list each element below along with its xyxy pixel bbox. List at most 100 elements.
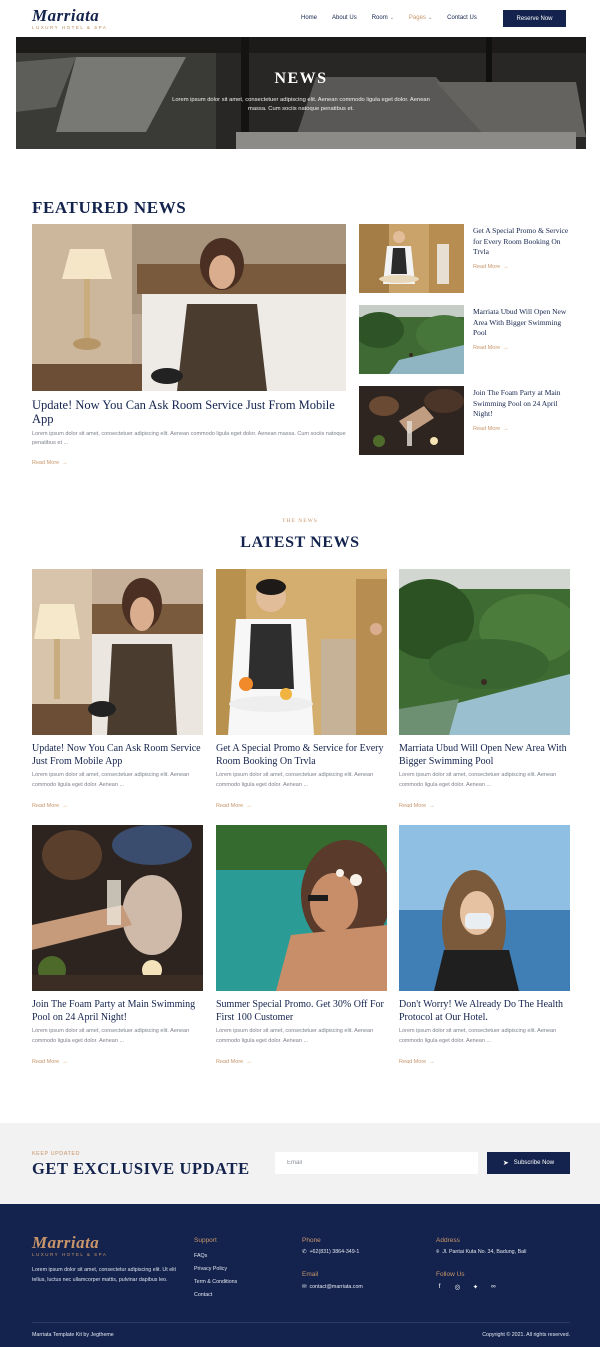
brand-logo[interactable]: Marriata LUXURY HOTEL & SPA [32, 7, 108, 30]
news-card-excerpt: Lorem ipsum dolor sit amet, consectetuer… [399, 1028, 557, 1044]
page-title: NEWS [274, 70, 328, 87]
news-card-excerpt: Lorem ipsum dolor sit amet, consectetuer… [399, 772, 557, 788]
featured-side-title[interactable]: Get A Special Promo & Service for Every … [473, 226, 573, 258]
read-more-link[interactable]: Read More → [473, 264, 509, 270]
address-text: ⌾ Jl. Pantai Kuta No. 34, Badung, Bali [436, 1249, 526, 1256]
nav-item-pages[interactable]: Pages ⌄ [409, 15, 432, 21]
arrow-right-icon: → [62, 803, 68, 809]
phone-contact[interactable]: ✆ +62(831) 3864-349-1 [302, 1249, 359, 1255]
news-card-image[interactable] [32, 569, 203, 735]
footer-link-contact[interactable]: Contact [194, 1292, 212, 1298]
footer-link-faqs[interactable]: FAQs [194, 1253, 207, 1259]
news-card-title[interactable]: Marriata Ubud Will Open New Area With Bi… [399, 742, 571, 768]
news-card-title[interactable]: Get A Special Promo & Service for Every … [216, 742, 388, 768]
footer-divider [32, 1322, 570, 1323]
read-more-label: Read More [473, 426, 501, 432]
nav-item-room[interactable]: Room ⌄ [372, 15, 394, 21]
phone-number: +62(831) 3864-349-1 [309, 1249, 360, 1255]
page-hero: NEWS Lorem ipsum dolor sit amet, consect… [16, 37, 586, 149]
email-address: contact@marriata.com [309, 1284, 363, 1290]
featured-side-image[interactable] [359, 386, 464, 455]
news-card-excerpt: Lorem ipsum dolor sit amet, consectetuer… [32, 772, 190, 788]
read-more-label: Read More [473, 264, 501, 270]
newsletter-eyebrow: KEEP UPDATED [32, 1151, 80, 1157]
send-icon: ➤ [502, 1160, 509, 1167]
read-more-link[interactable]: Read More → [399, 1059, 435, 1065]
reserve-now-button[interactable]: Reserve Now [503, 10, 566, 27]
instagram-icon[interactable]: ◎ [454, 1283, 461, 1291]
nav-item-contact[interactable]: Contact Us [447, 15, 477, 21]
subscribe-button[interactable]: ➤ Subscribe Now [487, 1152, 570, 1174]
featured-side-image[interactable] [359, 305, 464, 374]
top-navigation: Marriata LUXURY HOTEL & SPA Home About U… [0, 0, 600, 37]
phone-icon: ✆ [302, 1249, 307, 1255]
twitter-icon[interactable]: ✦ [472, 1283, 479, 1291]
news-card-title[interactable]: Summer Special Promo. Get 30% Off For Fi… [216, 998, 388, 1024]
read-more-link[interactable]: Read More → [473, 426, 509, 432]
read-more-label: Read More [32, 460, 60, 466]
arrow-right-icon: → [62, 460, 68, 466]
chevron-down-icon: ⌄ [389, 15, 394, 21]
footer-link-terms[interactable]: Term & Conditions [194, 1279, 237, 1285]
nav-item-label: Room [371, 15, 388, 21]
read-more-link[interactable]: Read More → [399, 803, 435, 809]
news-card-excerpt: Lorem ipsum dolor sit amet, consectetuer… [216, 1028, 374, 1044]
latest-news-heading: LATEST NEWS [240, 534, 360, 551]
site-footer: Marriata LUXURY HOTEL & SPA Lorem ipsum … [0, 1204, 600, 1347]
support-heading: Support [194, 1237, 217, 1244]
hero-background-image [16, 37, 586, 149]
nav-item-about[interactable]: About Us [332, 15, 357, 21]
news-card-image[interactable] [399, 825, 570, 991]
read-more-link[interactable]: Read More → [32, 1059, 68, 1065]
read-more-label: Read More [32, 803, 60, 809]
footer-copyright: Copyright © 2021. All rights reserved. [482, 1332, 570, 1338]
news-card-image[interactable] [216, 825, 387, 991]
main-menu: Home About Us Room ⌄ Pages ⌄ Contact Us [301, 15, 492, 21]
newsletter-heading: GET EXCLUSIVE UPDATE [32, 1159, 250, 1178]
news-card-image[interactable] [32, 825, 203, 991]
nav-item-label: Home [301, 15, 318, 21]
facebook-icon[interactable]: f [436, 1283, 443, 1291]
read-more-link[interactable]: Read More → [216, 1059, 252, 1065]
featured-main-excerpt: Lorem ipsum dolor sit amet, consectetuer… [32, 431, 346, 446]
featured-side-title[interactable]: Marriata Ubud Will Open New Area With Bi… [473, 307, 573, 339]
read-more-label: Read More [399, 1059, 427, 1065]
brand-tagline: LUXURY HOTEL & SPA [32, 25, 108, 30]
read-more-link[interactable]: Read More → [216, 803, 252, 809]
news-card-title[interactable]: Update! Now You Can Ask Room Service Jus… [32, 742, 204, 768]
mail-icon: ✉ [302, 1284, 307, 1290]
location-pin-icon: ⌾ [436, 1249, 440, 1255]
featured-main-image[interactable] [32, 224, 346, 391]
newsletter-section: KEEP UPDATED GET EXCLUSIVE UPDATE ➤ Subs… [0, 1123, 600, 1204]
featured-main-title[interactable]: Update! Now You Can Ask Room Service Jus… [32, 398, 350, 426]
email-heading: Email [302, 1271, 319, 1278]
footer-description: Lorem ipsum dolor sit amet, consectetur … [32, 1267, 176, 1283]
featured-side-title[interactable]: Join The Foam Party at Main Swimming Poo… [473, 388, 573, 420]
tripadvisor-icon[interactable]: ∞ [490, 1283, 497, 1291]
news-card-image[interactable] [399, 569, 570, 735]
follow-heading: Follow Us [436, 1271, 465, 1278]
news-card-image[interactable] [216, 569, 387, 735]
nav-item-home[interactable]: Home [301, 15, 317, 21]
arrow-right-icon: → [62, 1059, 68, 1065]
news-card-title[interactable]: Don't Worry! We Already Do The Health Pr… [399, 998, 571, 1024]
featured-side-image[interactable] [359, 224, 464, 293]
read-more-link[interactable]: Read More → [32, 803, 68, 809]
arrow-right-icon: → [429, 803, 435, 809]
news-card-excerpt: Lorem ipsum dolor sit amet, consectetuer… [216, 772, 374, 788]
read-more-link[interactable]: Read More → [473, 345, 509, 351]
email-contact[interactable]: ✉ contact@marriata.com [302, 1284, 363, 1290]
address-value: Jl. Pantai Kuta No. 34, Badung, Bali [442, 1249, 527, 1255]
news-card-excerpt: Lorem ipsum dolor sit amet, consectetuer… [32, 1028, 190, 1044]
footer-logo[interactable]: Marriata LUXURY HOTEL & SPA [32, 1234, 107, 1257]
footer-link-privacy[interactable]: Privacy Policy [194, 1266, 227, 1272]
arrow-right-icon: → [429, 1059, 435, 1065]
news-card-title[interactable]: Join The Foam Party at Main Swimming Poo… [32, 998, 204, 1024]
address-heading: Address [436, 1237, 460, 1244]
read-more-link[interactable]: Read More → [32, 460, 68, 466]
chevron-down-icon: ⌄ [427, 15, 433, 21]
subscribe-button-label: Subscribe Now [513, 1160, 555, 1166]
email-input[interactable] [275, 1152, 478, 1174]
read-more-label: Read More [473, 345, 501, 351]
read-more-label: Read More [399, 803, 427, 809]
